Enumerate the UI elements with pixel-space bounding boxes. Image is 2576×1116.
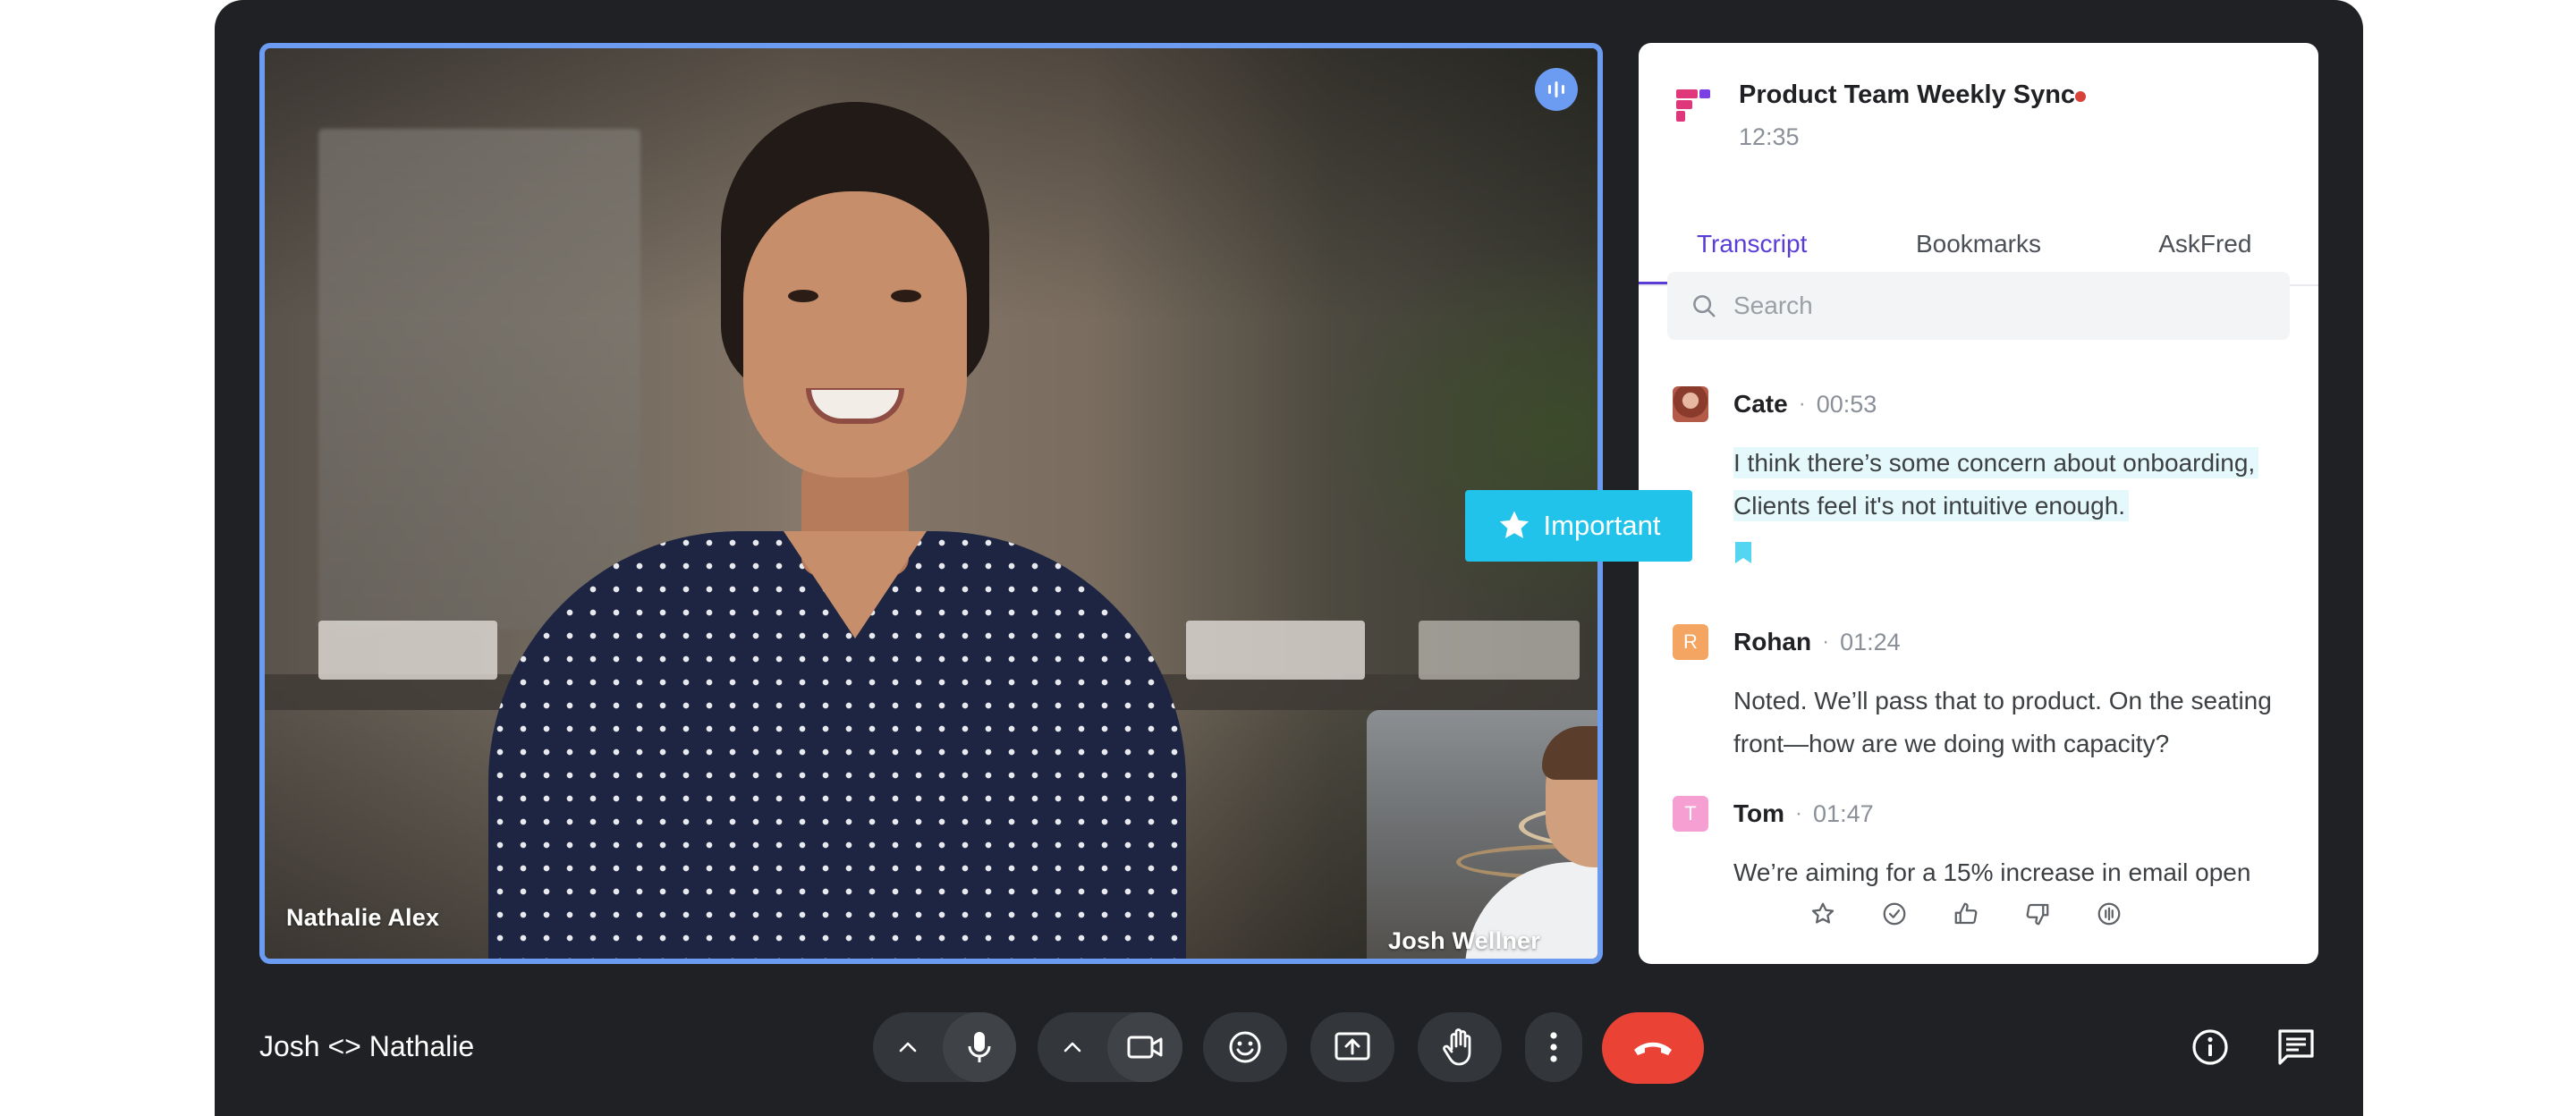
star-icon[interactable] bbox=[1809, 900, 1837, 928]
main-participant-name: Nathalie Alex bbox=[286, 904, 440, 931]
transcript-entry[interactable]: T Tom · 01:47 We’re aiming for a 15% inc… bbox=[1673, 796, 2290, 894]
meeting-title: Product Team Weekly Sync bbox=[1739, 80, 2076, 109]
transcript-text: Noted. We’ll pass that to product. On th… bbox=[1733, 687, 2272, 757]
chat-button[interactable] bbox=[2274, 1025, 2318, 1070]
thumbs-up-icon[interactable] bbox=[1952, 900, 1980, 928]
speaker-name: Rohan bbox=[1733, 628, 1812, 655]
more-options-icon bbox=[1550, 1032, 1557, 1062]
raise-hand-button[interactable] bbox=[1418, 1012, 1502, 1082]
transcript-entry[interactable]: Cate · 00:53 I think there’s some concer… bbox=[1673, 386, 2290, 570]
transcript-panel: Product Team Weekly Sync 12:35 Transcrip… bbox=[1639, 43, 2318, 964]
info-icon bbox=[2192, 1029, 2228, 1065]
participant-video-nathalie bbox=[488, 102, 1186, 959]
speaker-name: Tom bbox=[1733, 799, 1785, 827]
more-options-button[interactable] bbox=[1525, 1012, 1582, 1082]
camera-icon[interactable] bbox=[1107, 1012, 1182, 1082]
app-logo bbox=[1674, 86, 1712, 123]
avatar: T bbox=[1673, 796, 1708, 832]
audio-icon[interactable] bbox=[2095, 900, 2123, 928]
present-screen-button[interactable] bbox=[1310, 1012, 1394, 1082]
transcript-text: I think there’s some concern about onboa… bbox=[1733, 447, 2259, 521]
chevron-up-icon[interactable] bbox=[873, 1012, 943, 1082]
transcript-entry[interactable]: R Rohan · 01:24 Noted. We’ll pass that t… bbox=[1673, 624, 2290, 765]
thumbs-down-icon[interactable] bbox=[2023, 900, 2052, 928]
emoji-button[interactable] bbox=[1203, 1012, 1287, 1082]
main-video-tile[interactable]: Nathalie Alex Josh Wellner bbox=[259, 43, 1603, 964]
microphone-control bbox=[873, 1012, 1016, 1082]
reaction-toolbar bbox=[1809, 900, 2123, 928]
camera-control bbox=[1038, 1012, 1182, 1082]
speaker-name: Cate bbox=[1733, 390, 1788, 418]
timestamp: 01:47 bbox=[1813, 799, 1874, 827]
avatar bbox=[1673, 386, 1708, 422]
end-call-button[interactable] bbox=[1602, 1012, 1704, 1084]
search-icon bbox=[1693, 295, 1716, 317]
emoji-icon bbox=[1229, 1031, 1261, 1063]
timestamp: 01:24 bbox=[1840, 628, 1901, 655]
meeting-name: Josh <> Nathalie bbox=[259, 1030, 475, 1062]
end-call-icon bbox=[1634, 1042, 1672, 1055]
star-icon bbox=[1499, 511, 1529, 538]
pip-participant-name: Josh Wellner bbox=[1388, 927, 1540, 954]
bookmark-icon[interactable] bbox=[1733, 540, 2290, 570]
info-button[interactable] bbox=[2188, 1025, 2233, 1070]
avatar: R bbox=[1673, 624, 1708, 660]
important-tag[interactable]: Important bbox=[1465, 490, 1692, 562]
raise-hand-icon bbox=[1443, 1028, 1471, 1066]
search-bar[interactable] bbox=[1667, 272, 2290, 340]
microphone-icon[interactable] bbox=[943, 1012, 1016, 1082]
speaking-indicator-icon bbox=[1535, 68, 1578, 111]
search-input[interactable] bbox=[1733, 292, 2234, 320]
recording-indicator bbox=[2075, 91, 2086, 102]
chat-icon bbox=[2278, 1029, 2314, 1065]
present-screen-icon bbox=[1335, 1032, 1370, 1061]
pip-video-tile[interactable]: Josh Wellner bbox=[1367, 710, 1597, 959]
transcript-text: We’re aiming for a 15% increase in email… bbox=[1733, 858, 2251, 886]
important-tag-label: Important bbox=[1543, 510, 1661, 541]
chevron-up-icon[interactable] bbox=[1038, 1012, 1107, 1082]
timestamp: 00:53 bbox=[1816, 390, 1877, 418]
check-circle-icon[interactable] bbox=[1880, 900, 1909, 928]
meeting-time: 12:35 bbox=[1739, 123, 1800, 150]
